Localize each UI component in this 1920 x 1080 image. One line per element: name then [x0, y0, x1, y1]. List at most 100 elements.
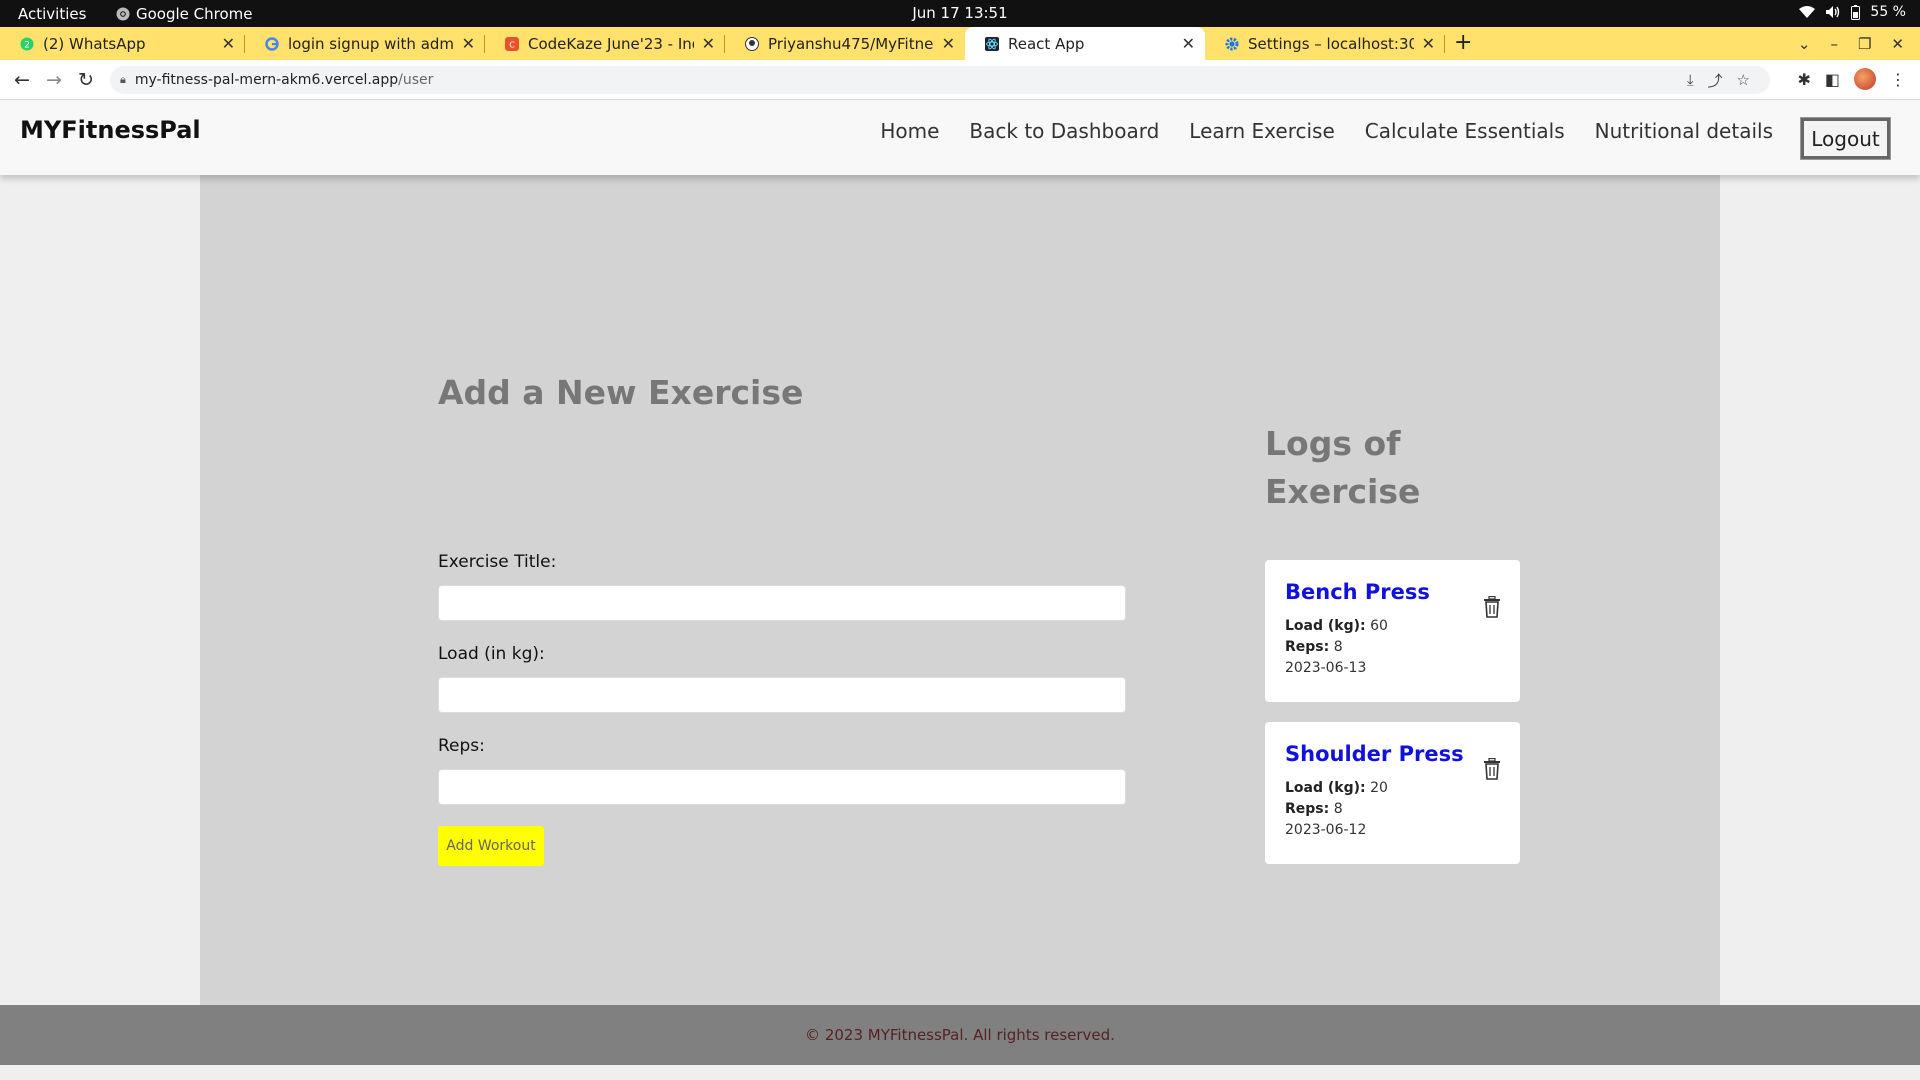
svg-text:2: 2	[24, 40, 30, 50]
install-icon[interactable]: ⤓	[1687, 71, 1694, 89]
footer-copyright: © 2023 MYFitnessPal. All rights reserved…	[805, 1026, 1115, 1044]
reps-input[interactable]	[438, 769, 1126, 805]
tab-settings[interactable]: Settings – localhost:3000 ✕	[1205, 27, 1445, 60]
github-icon	[745, 36, 759, 51]
tab-title: Settings – localhost:3000	[1248, 34, 1414, 53]
load-label: Load (in kg):	[438, 644, 545, 664]
system-tray[interactable]: 55 %	[1799, 4, 1906, 20]
tab-title: CodeKaze June'23 - India'	[528, 34, 694, 53]
log-date: 2023-06-12	[1285, 822, 1367, 838]
close-tab-icon[interactable]: ✕	[942, 34, 955, 53]
app-menu[interactable]: Google Chrome	[116, 5, 253, 23]
side-panel-icon[interactable]: ◧	[1825, 70, 1840, 89]
load-key: Load (kg):	[1285, 780, 1366, 796]
bookmark-star-icon[interactable]: ☆	[1737, 71, 1750, 89]
svg-text:C: C	[509, 40, 515, 49]
codekaze-icon: C	[505, 36, 519, 51]
tab-whatsapp[interactable]: 2 (2) WhatsApp ✕	[0, 27, 245, 60]
reps-value: 8	[1333, 639, 1343, 655]
exercise-title-label: Exercise Title:	[438, 552, 557, 572]
chrome-icon	[116, 7, 130, 21]
forward-arrow-icon[interactable]: →	[42, 69, 66, 91]
close-window-icon[interactable]: ✕	[1891, 35, 1904, 53]
minimize-icon[interactable]: –	[1830, 35, 1838, 53]
web-page: MYFitnessPal Home Back to Dashboard Lear…	[0, 100, 1920, 1080]
volume-icon	[1826, 6, 1840, 18]
tab-title: React App	[1008, 34, 1085, 53]
tab-codekaze[interactable]: C CodeKaze June'23 - India' ✕	[485, 27, 725, 60]
site-brand[interactable]: MYFitnessPal	[20, 116, 201, 144]
close-tab-icon[interactable]: ✕	[462, 34, 475, 53]
nav-nutritional-details[interactable]: Nutritional details	[1595, 119, 1773, 143]
exercise-log-card: Shoulder Press Load (kg): 20 Reps: 8 202…	[1265, 722, 1520, 864]
address-bar[interactable]: 🔒︎ my-fitness-pal-mern-akm6.vercel.app/u…	[110, 66, 1770, 94]
tab-strip: 2 (2) WhatsApp ✕ login signup with admin…	[0, 27, 1920, 60]
restore-icon[interactable]: ❐	[1858, 35, 1871, 53]
nav-calculate-essentials[interactable]: Calculate Essentials	[1365, 119, 1565, 143]
exercise-log-card: Bench Press Load (kg): 60 Reps: 8 2023-0…	[1265, 560, 1520, 702]
nav-back-to-dashboard[interactable]: Back to Dashboard	[969, 119, 1159, 143]
load-line: Load (kg): 20	[1285, 778, 1500, 799]
main-content: Add a New Exercise Exercise Title: Load …	[200, 175, 1720, 1005]
tab-title: (2) WhatsApp	[43, 34, 146, 53]
trash-icon[interactable]	[1482, 596, 1502, 618]
reps-line: Reps: 8	[1285, 637, 1500, 658]
site-navbar: MYFitnessPal Home Back to Dashboard Lear…	[0, 100, 1920, 175]
page-bottom-strip	[0, 1065, 1920, 1080]
activities-button[interactable]: Activities	[18, 5, 86, 23]
share-icon[interactable]: ⤴	[1708, 70, 1723, 91]
window-controls: ⌄ – ❐ ✕	[1798, 27, 1920, 60]
tab-title: Priyanshu475/MyFitnessP	[768, 34, 934, 53]
reps-value: 8	[1333, 801, 1343, 817]
tab-login-signup[interactable]: login signup with admin p ✕	[245, 27, 485, 60]
reps-label: Reps:	[438, 736, 485, 756]
close-tab-icon[interactable]: ✕	[222, 34, 235, 53]
log-date: 2023-06-13	[1285, 660, 1367, 676]
clock[interactable]: Jun 17 13:51	[912, 4, 1007, 22]
tab-separator	[1444, 35, 1445, 53]
add-workout-button[interactable]: Add Workout	[438, 826, 544, 866]
reload-icon[interactable]: ↻	[74, 69, 98, 91]
load-value: 60	[1370, 618, 1388, 634]
back-arrow-icon[interactable]: ←	[10, 69, 34, 91]
load-line: Load (kg): 60	[1285, 616, 1500, 637]
new-tab-button[interactable]: +	[1454, 30, 1472, 55]
form-title: Add a New Exercise	[438, 373, 804, 412]
exercise-name: Bench Press	[1285, 580, 1430, 604]
gear-icon	[1225, 37, 1239, 51]
extensions-icon[interactable]: ✱	[1797, 70, 1810, 89]
close-tab-icon[interactable]: ✕	[1422, 34, 1435, 53]
wifi-icon	[1799, 5, 1816, 18]
battery-icon	[1851, 4, 1861, 20]
reps-key: Reps:	[1285, 639, 1330, 655]
profile-avatar[interactable]	[1854, 68, 1876, 90]
tab-title: login signup with admin p	[288, 34, 454, 53]
load-value: 20	[1370, 780, 1388, 796]
tab-react-app[interactable]: React App ✕	[965, 27, 1205, 60]
nav-links: Home Back to Dashboard Learn Exercise Ca…	[880, 119, 1773, 143]
trash-icon[interactable]	[1482, 758, 1502, 780]
app-name: Google Chrome	[136, 5, 253, 23]
react-icon	[985, 36, 999, 51]
tab-github[interactable]: Priyanshu475/MyFitnessP ✕	[725, 27, 965, 60]
url-host: my-fitness-pal-mern-akm6.vercel.app	[134, 72, 399, 88]
more-menu-icon[interactable]: ⋮	[1890, 70, 1906, 89]
load-key: Load (kg):	[1285, 618, 1366, 634]
tab-search-icon[interactable]: ⌄	[1798, 35, 1811, 53]
whatsapp-icon: 2	[20, 37, 34, 51]
system-top-bar: Activities Google Chrome Jun 17 13:51 55…	[0, 0, 1920, 27]
exercise-title-input[interactable]	[438, 585, 1126, 621]
reps-key: Reps:	[1285, 801, 1330, 817]
url-path: /user	[398, 72, 434, 88]
reps-line: Reps: 8	[1285, 799, 1500, 820]
lock-icon[interactable]: 🔒︎	[120, 73, 126, 87]
browser-toolbar: ← → ↻ 🔒︎ my-fitness-pal-mern-akm6.vercel…	[0, 60, 1920, 100]
logout-button[interactable]: Logout	[1800, 117, 1891, 160]
close-tab-icon[interactable]: ✕	[1182, 34, 1195, 53]
nav-learn-exercise[interactable]: Learn Exercise	[1189, 119, 1334, 143]
google-icon	[265, 36, 279, 51]
close-tab-icon[interactable]: ✕	[702, 34, 715, 53]
load-input[interactable]	[438, 677, 1126, 713]
nav-home[interactable]: Home	[880, 119, 939, 143]
exercise-name: Shoulder Press	[1285, 742, 1464, 766]
